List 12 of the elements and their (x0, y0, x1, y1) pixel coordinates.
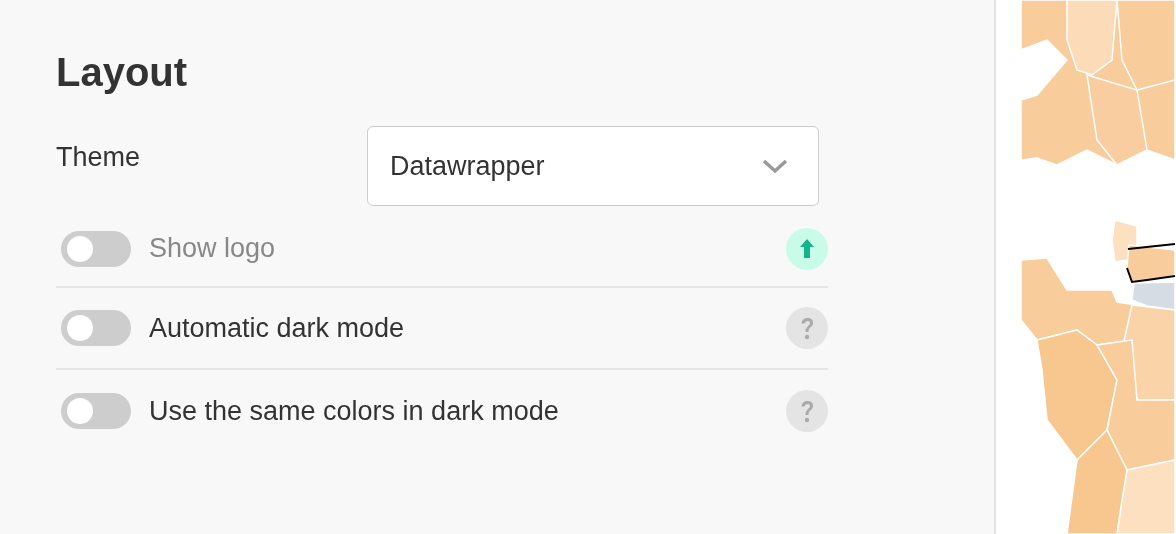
option-label: Automatic dark mode (149, 312, 406, 344)
theme-label: Theme (56, 141, 142, 173)
help-icon[interactable] (786, 307, 828, 349)
arrow-up-icon[interactable] (786, 227, 828, 270)
theme-dropdown[interactable]: Datawrapper (367, 126, 819, 206)
section-title: Layout (56, 49, 189, 96)
option-label: Use the same colors in dark mode (149, 395, 560, 427)
toggle-switch[interactable] (61, 393, 131, 429)
option-label: Show logo (149, 233, 277, 264)
chevron-down-icon (762, 158, 788, 174)
help-icon[interactable] (786, 390, 828, 432)
toggle-switch[interactable] (61, 310, 131, 346)
